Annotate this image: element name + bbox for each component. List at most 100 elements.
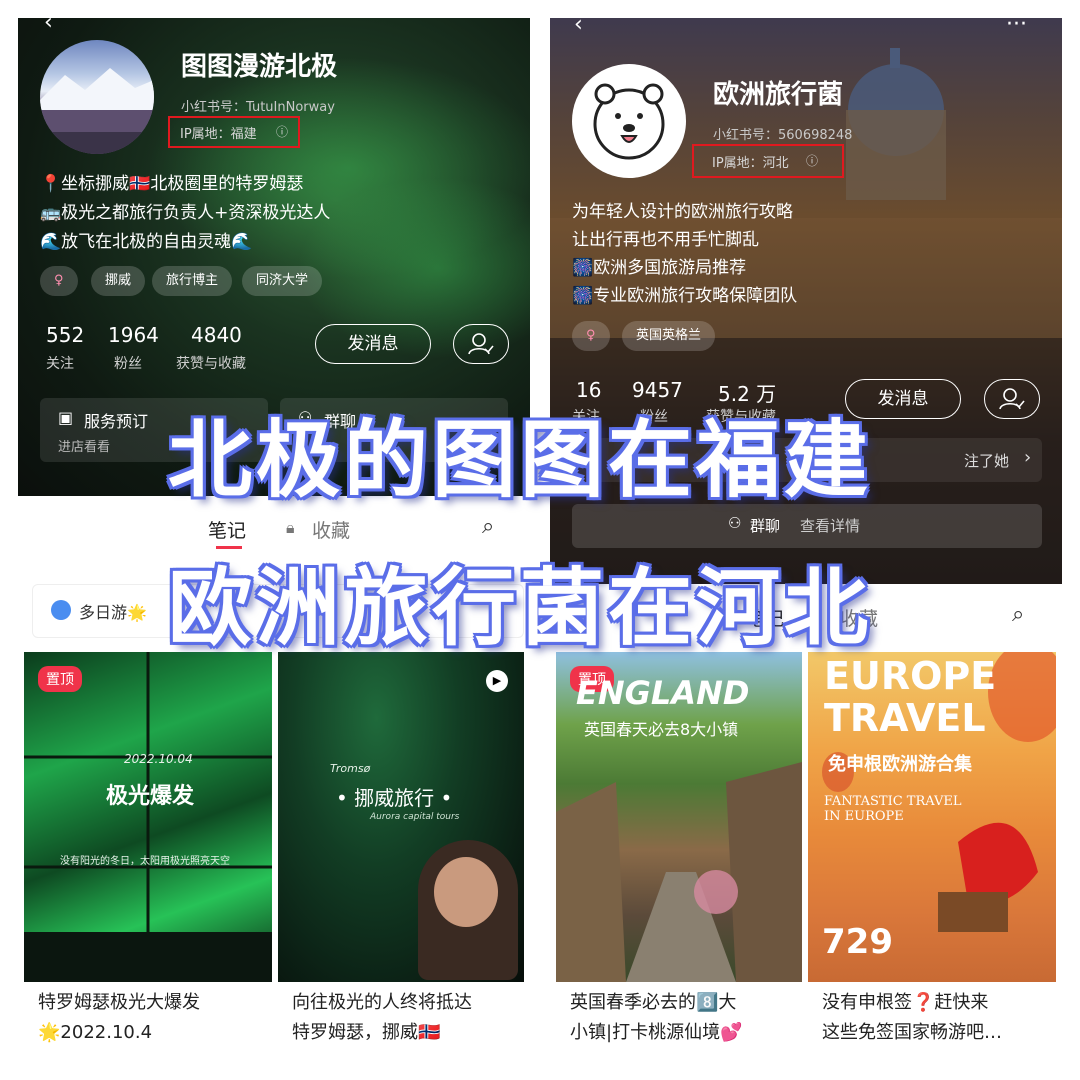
account-id: 小红书号：TutuInNorway [181,100,335,115]
followers-count[interactable]: 9457 [632,378,683,402]
profile-title: 欧洲旅行菌 [713,80,844,110]
follow-button[interactable] [453,324,509,364]
cover-script: Tromsø [330,762,371,775]
avatar[interactable] [40,40,154,154]
service-title: 服务预订 [84,412,149,431]
cover-english-text: FANTASTIC TRAVEL IN EUROPE [824,794,962,824]
info-icon[interactable]: ⓘ [276,123,288,140]
followers-label: 粉丝 [114,356,142,372]
note-card[interactable]: ▶ Tromsø • 挪威旅行 • Aurora capital tours 向… [278,652,524,1060]
left-profile-screenshot: ‹ 图图漫游北极 小红书号：TutuInNorway IP属地：福建 ⓘ 📍坐标… [18,18,530,1060]
group-icon: ⚇ [728,514,742,532]
tag-tongji-university[interactable]: 同济大学 [242,266,323,296]
chevron-right-icon: › [1024,447,1032,468]
note-card[interactable]: 置顶 ENGLAND 英国春天必去8大小镇 英国春季必去的8️⃣大 小镇|打卡桃… [556,652,802,1060]
gender-tag: ♀ [572,321,610,351]
follow-button[interactable] [984,379,1040,419]
caption-line: 🌟2022.10.4 [38,1022,153,1043]
cover-price: 729 [822,922,893,962]
right-profile-screenshot: ‹ ··· 欧洲旅行菌 小红书号：560698248 IP属地：河北 ⓘ 为年轻… [550,18,1062,1060]
search-icon[interactable]: ⌕ [482,514,494,539]
caption-line: 英国春季必去的8️⃣大 [570,992,737,1013]
likes-count[interactable]: 5.2 万 [718,378,776,407]
ip-location: IP属地：河北 [712,156,789,171]
followers-count[interactable]: 1964 [108,323,159,347]
note-cover-image: EUROPE TRAVEL 免申根欧洲游合集 FANTASTIC TRAVEL … [808,652,1056,982]
person-face [434,857,498,927]
bio-line: 🚌极光之都旅行负责人+资深极光达人 [40,203,331,223]
following-count[interactable]: 16 [576,378,601,402]
tab-favorites[interactable]: 收藏 [312,516,350,543]
bio-line: 🎆欧洲多国旅游局推荐 [572,258,747,278]
service-subtitle: 进店看看 [58,440,111,455]
caption-line: 这些免签国家畅游吧… [822,1022,1002,1043]
bio-line: 📍坐标挪威🇳🇴北极圈里的特罗姆瑟 [40,174,304,194]
tag-norway[interactable]: 挪威 [91,266,146,296]
followed-text: 注了她 [964,452,1010,470]
chip-multi-day-tour[interactable]: 多日游🌟 [79,599,147,623]
note-cover-image: 置顶 ENGLAND 英国春天必去8大小镇 [556,652,802,982]
note-cover-image: 置顶 2022.10.04 极光爆发 没有阳光的冬日，太阳用极光照亮天空 [24,652,272,982]
overlay-headline-1: 北极的图图在福建 [168,411,873,509]
user-check-icon [999,388,1025,410]
cover-subtitle: 没有阳光的冬日，太阳用极光照亮天空 [60,856,230,867]
bio-line: 🌊放飞在北极的自由灵魂🌊 [40,232,253,252]
more-icon[interactable]: ··· [1006,18,1027,37]
tab-indicator [216,546,242,549]
likes-count[interactable]: 4840 [191,323,242,347]
tag-england[interactable]: 英国英格兰 [622,321,716,351]
caption-line: 没有申根签❓赶快来 [822,992,989,1013]
polar-bear-icon [593,83,665,160]
cover-subtitle: 英国春天必去8大小镇 [584,720,739,739]
cover-subtitle: Aurora capital tours [370,812,460,822]
profile-title: 图图漫游北极 [181,52,338,82]
likes-label: 获赞与收藏 [176,356,246,372]
overlay-headline-2: 欧洲旅行菌在河北 [168,559,873,657]
calendar-icon: ▣ [58,408,74,427]
info-icon[interactable]: ⓘ [806,152,818,169]
cover-title: 极光爆发 [106,784,195,809]
message-button[interactable]: 发消息 [315,324,431,364]
cover-title: ENGLAND [576,674,750,712]
note-caption: 英国春季必去的8️⃣大 小镇|打卡桃源仙境💕 [570,988,742,1048]
group-chat-detail: 查看详情 [800,517,861,535]
ip-location-highlight: IP属地：福建 ⓘ [168,116,300,148]
note-caption: 没有申根签❓赶快来 这些免签国家畅游吧… [822,988,1002,1048]
caption-line: 特罗姆瑟，挪威🇳🇴 [292,1022,441,1043]
pinned-badge: 置顶 [38,666,82,692]
tag-travel-blogger[interactable]: 旅行博主 [152,266,233,296]
user-check-icon [468,333,494,355]
search-icon[interactable]: ⌕ [1012,602,1024,627]
bio-line: 为年轻人设计的欧洲旅行攻略 [572,202,793,222]
caption-line: 向往极光的人终将抵达 [292,992,472,1013]
tab-notes[interactable]: 笔记 [208,516,246,543]
note-caption: 向往极光的人终将抵达 特罗姆瑟，挪威🇳🇴 [292,988,472,1048]
avatar-mountain-icon [40,68,154,154]
bio: 为年轻人设计的欧洲旅行攻略 让出行再也不用手忙脚乱 🎆欧洲多国旅游局推荐 🎆专业… [572,198,797,310]
lock-icon: 🔒︎ [286,518,295,537]
following-count[interactable]: 552 [46,323,84,347]
cover-title: • 挪威旅行 • [336,786,453,810]
cover-title-travel: TRAVEL [824,696,986,740]
cover-title-europe: EUROPE [824,654,997,698]
note-caption: 特罗姆瑟极光大爆发 🌟2022.10.4 [38,988,200,1048]
note-card[interactable]: EUROPE TRAVEL 免申根欧洲游合集 FANTASTIC TRAVEL … [808,652,1056,1060]
bio-line: 让出行再也不用手忙脚乱 [572,230,759,250]
group-chat-title: 群聊 [750,517,781,535]
back-icon[interactable]: ‹ [574,18,583,37]
following-label: 关注 [46,356,74,372]
caption-line: 小镇|打卡桃源仙境💕 [570,1022,743,1043]
ip-location-highlight: IP属地：河北 ⓘ [692,144,844,178]
account-id: 小红书号：560698248 [713,128,853,143]
collage-grid [24,652,272,982]
back-icon[interactable]: ‹ [44,18,53,35]
video-play-icon: ▶ [486,670,508,692]
note-card[interactable]: 置顶 2022.10.04 极光爆发 没有阳光的冬日，太阳用极光照亮天空 特罗姆… [24,652,272,1060]
ip-location: IP属地：福建 [180,127,257,142]
caption-line: 特罗姆瑟极光大爆发 [38,992,200,1013]
bio: 📍坐标挪威🇳🇴北极圈里的特罗姆瑟 🚌极光之都旅行负责人+资深极光达人 🌊放飞在北… [40,170,330,257]
group-chat-entry[interactable]: ⚇ 群聊 查看详情 [572,504,1042,548]
collection-icon [51,600,71,620]
avatar[interactable] [572,64,686,178]
gender-tag: ♀ [40,266,78,296]
